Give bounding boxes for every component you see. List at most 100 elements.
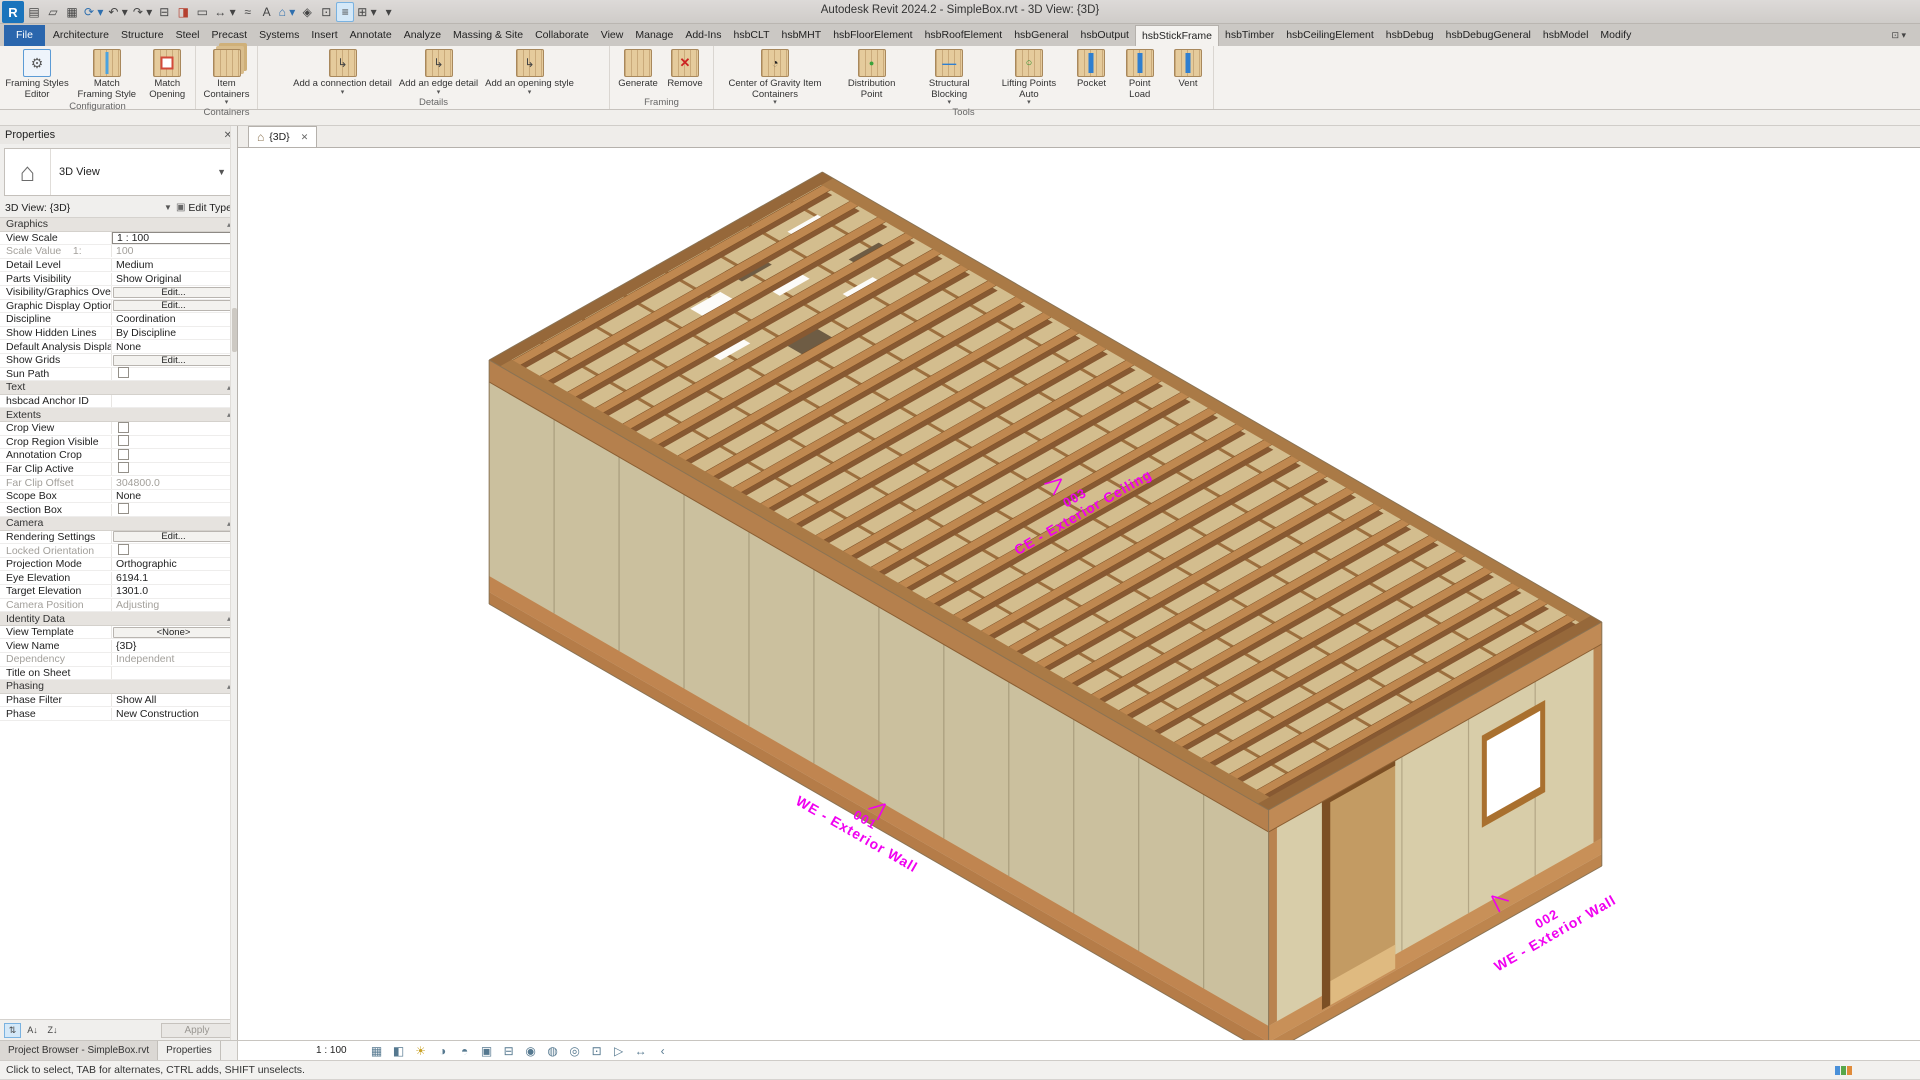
property-row[interactable]: View Scale 1 : 100	[0, 232, 237, 246]
property-row[interactable]: Rendering Settings Edit...	[0, 531, 237, 545]
ribbon-tab[interactable]: File	[4, 25, 45, 46]
view-control-icon[interactable]: ⊡	[589, 1044, 605, 1058]
ribbon-tab[interactable]: Insert	[305, 25, 343, 46]
ribbon-tab[interactable]: Analyze	[398, 25, 447, 46]
ribbon-button[interactable]: Remove	[662, 48, 708, 90]
property-value[interactable]: Adjusting	[112, 599, 237, 611]
property-value[interactable]: None	[112, 341, 237, 353]
ribbon-tab[interactable]: Structure	[115, 25, 170, 46]
property-row[interactable]: Show Grids Edit...	[0, 354, 237, 368]
property-value[interactable]: 1 : 100	[112, 232, 234, 244]
ribbon-tab[interactable]: Add-Ins	[679, 25, 727, 46]
ribbon-tab[interactable]: hsbGeneral	[1008, 25, 1074, 46]
edit-type-button[interactable]: ▣ Edit Type	[176, 202, 232, 214]
ribbon-tab[interactable]: hsbModel	[1537, 25, 1595, 46]
ribbon-tab[interactable]: View	[595, 25, 630, 46]
ribbon-tab[interactable]: hsbCeilingElement	[1280, 25, 1380, 46]
chevron-down-icon[interactable]: ▼	[164, 203, 172, 212]
property-row[interactable]: Scale Value 1: 100	[0, 245, 237, 259]
ribbon-tab[interactable]: hsbMHT	[776, 25, 828, 46]
view-control-icon[interactable]: ◍	[545, 1044, 561, 1058]
property-value[interactable]	[112, 462, 237, 475]
view-control-icon[interactable]: ⊟	[501, 1044, 517, 1058]
ribbon-button[interactable]: Item Containers ▾	[198, 48, 255, 106]
close-icon[interactable]: ✕	[295, 132, 309, 143]
property-row[interactable]: Parts Visibility Show Original	[0, 272, 237, 286]
property-row[interactable]: Graphic Display Options Edit...	[0, 300, 237, 314]
property-value[interactable]: Orthographic	[112, 558, 237, 570]
apply-button[interactable]: Apply	[161, 1023, 233, 1038]
property-value[interactable]: By Discipline	[112, 327, 237, 339]
view-control-icon[interactable]: ◎	[567, 1044, 583, 1058]
ribbon-tab[interactable]: hsbFloorElement	[827, 25, 918, 46]
ribbon-button[interactable]: Distribution Point	[835, 48, 908, 100]
property-row[interactable]: Phase New Construction	[0, 707, 237, 721]
property-value[interactable]: Show Original	[112, 273, 237, 285]
ribbon-tab[interactable]: Steel	[170, 25, 206, 46]
property-value[interactable]: Edit...	[113, 287, 234, 298]
ribbon-tab[interactable]: hsbStickFrame	[1135, 25, 1219, 46]
modify-tab-options-icon[interactable]: ⊡ ▾	[1883, 25, 1914, 46]
property-value[interactable]: Edit...	[113, 300, 234, 311]
view-control-icon[interactable]: ◓	[457, 1044, 473, 1058]
view-control-icon[interactable]: ◉	[523, 1044, 539, 1058]
property-row[interactable]: Far Clip Active	[0, 463, 237, 477]
property-row[interactable]: Identity Data	[0, 612, 237, 626]
property-row[interactable]: Detail Level Medium	[0, 259, 237, 273]
property-value[interactable]	[112, 503, 237, 516]
ribbon-tab[interactable]: Architecture	[47, 25, 115, 46]
ribbon-button[interactable]: Add an edge detail ▾	[396, 48, 481, 96]
ribbon-button[interactable]: Structural Blocking ▾	[909, 48, 989, 106]
property-value[interactable]: Edit...	[113, 531, 234, 542]
property-row[interactable]: Camera Position Adjusting	[0, 599, 237, 613]
ribbon-button[interactable]: Point Load	[1115, 48, 1164, 100]
property-row[interactable]: View Name {3D}	[0, 639, 237, 653]
view-tab-3d[interactable]: ⌂ {3D} ✕	[248, 126, 317, 147]
property-value[interactable]	[112, 422, 237, 435]
property-value[interactable]: Medium	[112, 259, 237, 271]
property-row[interactable]: Graphics	[0, 218, 237, 232]
palette-tab[interactable]: Properties	[158, 1041, 221, 1060]
property-row[interactable]: Title on Sheet	[0, 667, 237, 681]
property-row[interactable]: Extents	[0, 408, 237, 422]
property-row[interactable]: Text	[0, 381, 237, 395]
ribbon-tab[interactable]: Systems	[253, 25, 305, 46]
view-control-icon[interactable]: ▣	[479, 1044, 495, 1058]
property-value[interactable]: <None>	[113, 627, 234, 638]
property-value[interactable]: New Construction	[112, 708, 237, 720]
view-control-icon[interactable]: ☀	[413, 1044, 429, 1058]
ribbon-button[interactable]: Pocket	[1068, 48, 1114, 90]
viewport-3d[interactable]: 003 CE - Exterior Ceiling 001 WE - Exter…	[238, 148, 1920, 1040]
property-row[interactable]: Locked Orientation	[0, 544, 237, 558]
ribbon-tab[interactable]: Manage	[629, 25, 679, 46]
property-value[interactable]: 304800.0	[112, 477, 237, 489]
property-row[interactable]: Target Elevation 1301.0	[0, 585, 237, 599]
ribbon-tab[interactable]: hsbDebug	[1380, 25, 1440, 46]
ribbon-button[interactable]: Match Opening	[142, 48, 193, 100]
property-value[interactable]	[112, 367, 237, 380]
ribbon-tab[interactable]: hsbTimber	[1219, 25, 1280, 46]
ribbon-tab[interactable]: hsbRoofElement	[919, 25, 1009, 46]
ribbon-button[interactable]: Add an opening style ▾	[482, 48, 577, 96]
ribbon-button[interactable]: Add a connection detail ▾	[290, 48, 395, 96]
ribbon-tab[interactable]: hsbOutput	[1075, 25, 1135, 46]
ribbon-button[interactable]: Generate	[615, 48, 661, 90]
property-value[interactable]: Coordination	[112, 313, 237, 325]
property-value[interactable]: Show All	[112, 694, 237, 706]
property-value[interactable]	[112, 449, 237, 462]
ribbon-tab[interactable]: Modify	[1594, 25, 1637, 46]
property-row[interactable]: hsbcad Anchor ID	[0, 395, 237, 409]
property-row[interactable]: Visibility/Graphics Over... Edit...	[0, 286, 237, 300]
property-row[interactable]: Phase Filter Show All	[0, 694, 237, 708]
property-row[interactable]: Eye Elevation 6194.1	[0, 571, 237, 585]
property-value[interactable]: 1301.0	[112, 585, 237, 597]
property-value[interactable]: 6194.1	[112, 572, 237, 584]
property-row[interactable]: Far Clip Offset 304800.0	[0, 476, 237, 490]
property-row[interactable]: Section Box	[0, 503, 237, 517]
view-control-icon[interactable]: ▷	[611, 1044, 627, 1058]
property-value[interactable]: None	[112, 490, 237, 502]
ribbon-tab[interactable]: Annotate	[344, 25, 398, 46]
property-row[interactable]: Projection Mode Orthographic	[0, 558, 237, 572]
ribbon-tab[interactable]: hsbCLT	[728, 25, 776, 46]
property-row[interactable]: Show Hidden Lines By Discipline	[0, 327, 237, 341]
